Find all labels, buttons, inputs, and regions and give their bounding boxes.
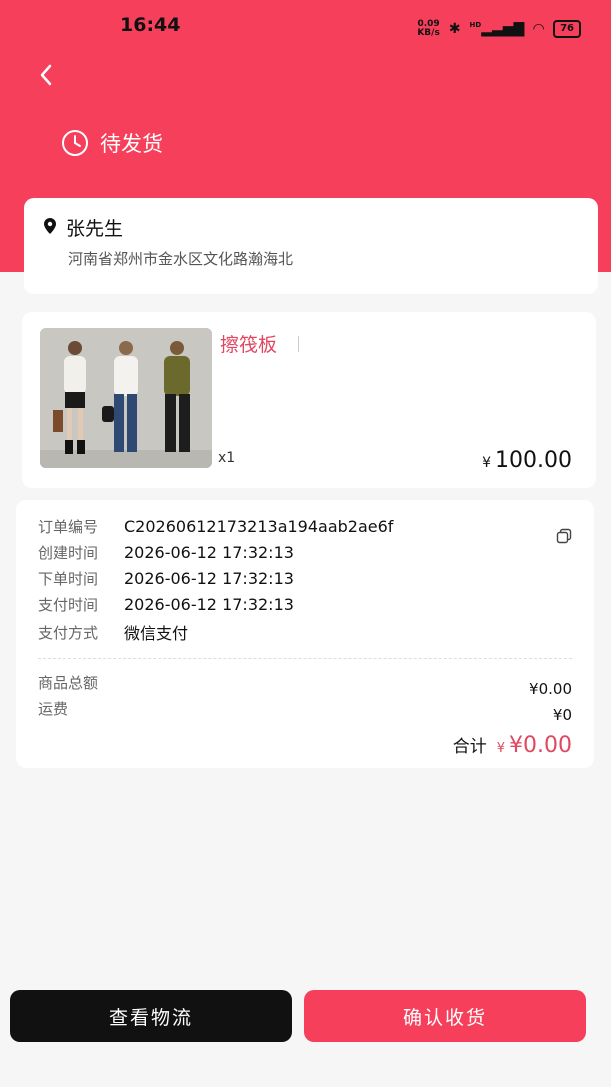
signal-icon: HD▂▃▅▇ [469, 21, 525, 37]
price-currency: ¥ [482, 455, 492, 471]
chevron-left-icon [40, 64, 52, 86]
view-logistics-button[interactable]: 查看物流 [10, 990, 292, 1042]
address-card[interactable]: 张先生 河南省郑州市金水区文化路瀚海北 [24, 198, 598, 294]
order-status-label: 待发货 [100, 132, 163, 156]
goods-total-label: 商品总额 [38, 674, 99, 692]
total-row: 合计 ¥ ¥0.00 [453, 732, 572, 758]
total-label: 合计 [452, 737, 487, 757]
info-label: 支付时间 [38, 596, 99, 614]
status-bar: 16:44 0.09 KB/s ✱ HD▂▃▅▇ ◠ 76 [0, 0, 611, 50]
confirm-receipt-button[interactable]: 确认收货 [304, 990, 586, 1042]
product-card[interactable]: 擦筏板 x1 ¥100.00 [22, 312, 596, 488]
total-amount: ¥0.00 [509, 733, 572, 758]
shipping-label: 运费 [38, 700, 69, 718]
payment-method-row: 支付方式 微信支付 [38, 620, 188, 644]
wifi-icon: ◠ [533, 21, 545, 37]
recipient-name: 张先生 [66, 218, 124, 240]
order-number-row: 订单编号 C20260612173213a194aab2ae6f [38, 516, 393, 537]
clock-icon [62, 130, 88, 156]
divider [38, 658, 572, 659]
address-detail: 河南省郑州市金水区文化路瀚海北 [68, 250, 294, 268]
battery-icon: 76 [553, 20, 581, 38]
product-price: ¥100.00 [482, 448, 572, 473]
info-label: 创建时间 [38, 544, 99, 562]
back-button[interactable] [36, 58, 58, 92]
payment-method: 微信支付 [124, 624, 189, 643]
info-label: 支付方式 [38, 623, 99, 642]
payment-time: 2026-06-12 17:32:13 [124, 595, 294, 614]
order-number: C20260612173213a194aab2ae6f [124, 517, 394, 536]
product-photo-illustration [40, 328, 212, 468]
product-quantity: x1 [218, 450, 236, 466]
location-pin-icon [44, 218, 56, 234]
copy-icon[interactable] [556, 528, 572, 544]
order-time-row: 下单时间 2026-06-12 17:32:13 [38, 568, 294, 589]
bluetooth-icon: ✱ [448, 21, 461, 37]
status-icons: 0.09 KB/s ✱ HD▂▃▅▇ ◠ 76 [417, 20, 581, 38]
shipping-value: ¥0 [552, 706, 572, 724]
payment-time-row: 支付时间 2026-06-12 17:32:13 [38, 594, 294, 615]
created-time: 2026-06-12 17:32:13 [124, 543, 294, 562]
order-status: 待发货 [60, 128, 163, 158]
price-value: 100.00 [495, 448, 572, 473]
info-label: 订单编号 [38, 518, 99, 536]
net-speed: 0.09 KB/s [417, 19, 440, 38]
info-label: 下单时间 [38, 570, 99, 588]
order-time: 2026-06-12 17:32:13 [124, 569, 294, 588]
goods-total-value: ¥0.00 [529, 680, 572, 698]
status-time: 16:44 [120, 14, 181, 36]
order-info-card: 订单编号 C20260612173213a194aab2ae6f 创建时间 20… [16, 500, 594, 768]
total-currency: ¥ [496, 741, 506, 756]
created-time-row: 创建时间 2026-06-12 17:32:13 [38, 542, 294, 563]
product-name: 擦筏板 [220, 334, 278, 356]
product-image[interactable] [40, 328, 212, 468]
total-value: ¥ ¥0.00 [497, 733, 572, 758]
name-divider [298, 336, 299, 352]
